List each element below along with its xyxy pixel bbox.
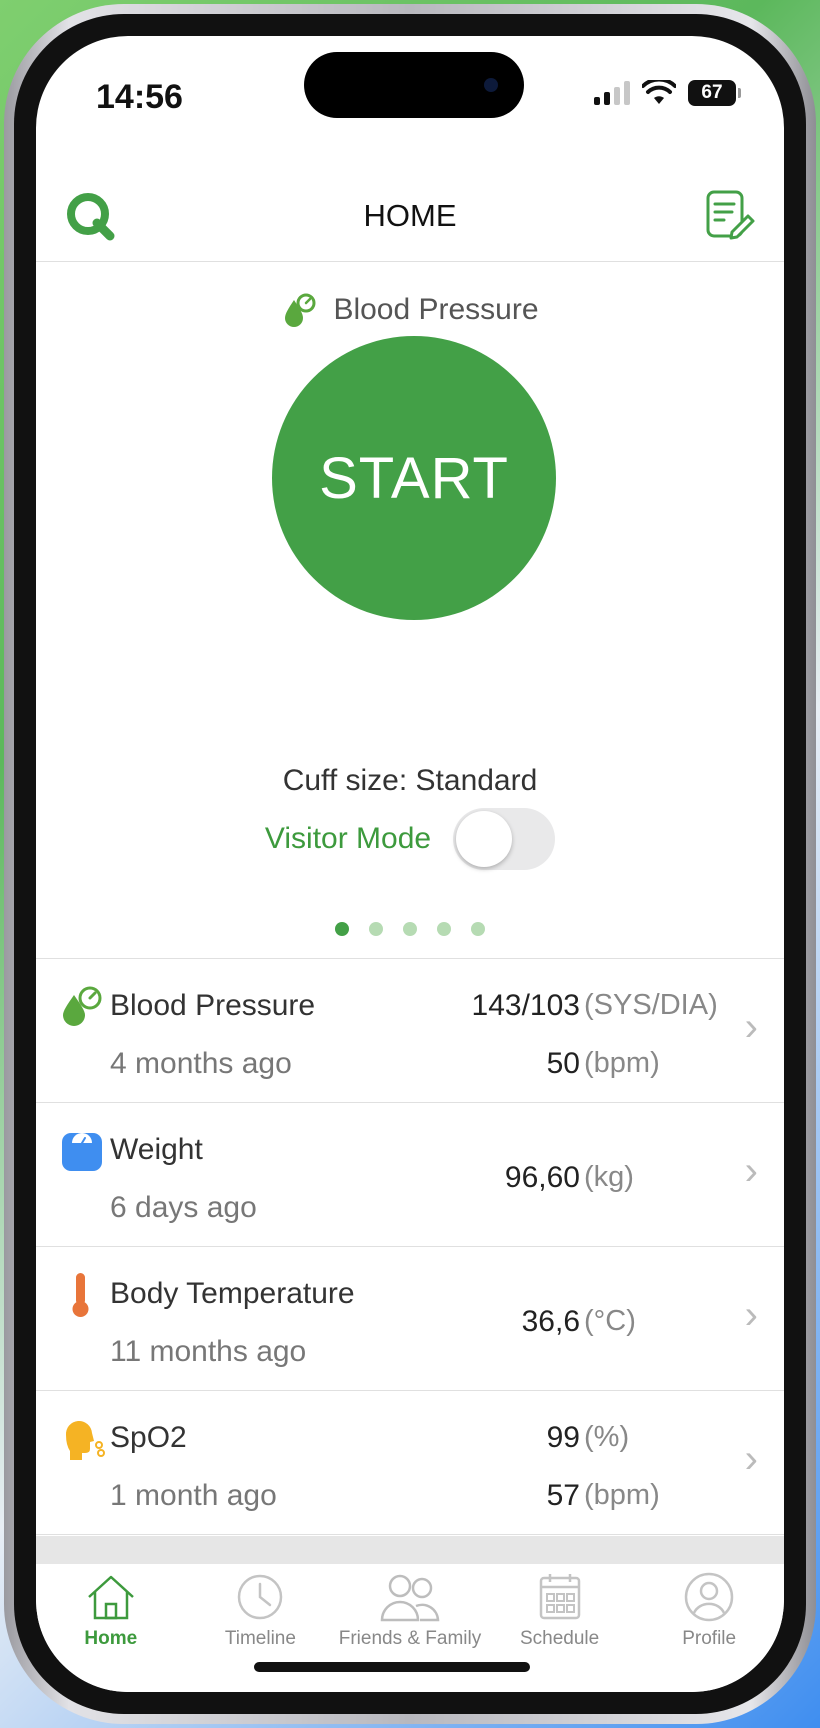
battery-icon: 67 — [688, 80, 741, 106]
tab-profile[interactable]: Profile — [634, 1564, 784, 1692]
visitor-mode-row: Visitor Mode — [36, 808, 784, 870]
chevron-right-icon: › — [744, 1437, 758, 1481]
metric-row-weight[interactable]: Weight 6 days ago 96,60 (kg) › — [36, 1103, 784, 1247]
page-title: HOME — [363, 198, 457, 233]
metrics-list: Blood Pressure 4 months ago 143/103 (SYS… — [36, 958, 784, 1535]
calendar-icon — [539, 1574, 580, 1620]
tab-label: Friends & Family — [338, 1628, 482, 1649]
metric-title: SpO2 — [110, 1421, 187, 1454]
home-icon — [87, 1575, 134, 1620]
metric-unit: (SYS/DIA) — [584, 989, 718, 1021]
metric-time: 1 month ago — [110, 1479, 277, 1512]
start-button[interactable]: START — [272, 336, 556, 620]
nav-bar: HOME — [36, 166, 784, 262]
tab-label: Timeline — [224, 1628, 296, 1649]
page-dot[interactable] — [471, 922, 485, 936]
tab-friends-family[interactable]: Friends & Family — [335, 1564, 485, 1692]
metric-value: 96,60 — [504, 1161, 580, 1194]
page-dot[interactable] — [369, 922, 383, 936]
tab-label: Schedule — [519, 1628, 600, 1649]
metric-unit: (%) — [584, 1421, 630, 1453]
spo2-icon — [65, 1420, 105, 1460]
status-time: 14:56 — [96, 78, 183, 116]
thermometer-icon — [72, 1273, 89, 1317]
metric-time: 11 months ago — [110, 1335, 307, 1368]
tab-label: Profile — [682, 1628, 737, 1649]
cuff-size-text: Cuff size: Standard — [282, 764, 538, 797]
page-indicator[interactable] — [36, 922, 784, 936]
notes-edit-icon[interactable] — [702, 188, 758, 244]
page-dot[interactable] — [403, 922, 417, 936]
tab-bar: Home Timeline Friends & Family Schedule … — [36, 1564, 784, 1692]
metric-title: Body Temperature — [110, 1277, 355, 1310]
metric-title: Weight — [110, 1133, 203, 1166]
status-icons: 67 — [594, 80, 741, 106]
metric-row-blood-pressure[interactable]: Blood Pressure 4 months ago 143/103 (SYS… — [36, 959, 784, 1103]
metric-unit-secondary: (bpm) — [584, 1047, 660, 1079]
page-dot[interactable] — [335, 922, 349, 936]
chevron-right-icon: › — [744, 1005, 758, 1049]
profile-icon — [684, 1572, 734, 1622]
tab-home[interactable]: Home — [36, 1564, 186, 1692]
metric-time: 6 days ago — [110, 1191, 257, 1224]
metric-value: 36,6 — [521, 1305, 580, 1338]
metric-value: 99 — [546, 1421, 580, 1454]
chevron-right-icon: › — [744, 1293, 758, 1337]
metric-value: 143/103 — [471, 989, 580, 1022]
cellular-signal-icon — [594, 81, 630, 105]
metric-time: 4 months ago — [110, 1047, 292, 1080]
wifi-icon — [642, 80, 676, 104]
app-screen: 14:56 67 HOME Blood Pressure START Cuff … — [36, 36, 784, 1692]
measure-type-header[interactable]: Blood Pressure — [36, 292, 784, 328]
start-label: START — [319, 445, 509, 511]
people-icon — [380, 1574, 440, 1622]
blood-pressure-icon — [285, 293, 316, 327]
dynamic-island — [304, 52, 524, 118]
metric-row-body-temperature[interactable]: Body Temperature 11 months ago 36,6 (°C)… — [36, 1247, 784, 1391]
tab-label: Home — [84, 1628, 138, 1649]
visitor-mode-toggle[interactable] — [453, 808, 556, 870]
blood-pressure-icon — [63, 986, 102, 1026]
metric-unit: (kg) — [584, 1161, 634, 1193]
visitor-mode-label: Visitor Mode — [264, 822, 432, 855]
clock-icon — [238, 1574, 283, 1620]
home-indicator[interactable] — [254, 1662, 530, 1672]
chevron-right-icon: › — [744, 1149, 758, 1193]
tab-timeline[interactable]: Timeline — [186, 1564, 336, 1692]
weight-scale-icon — [62, 1133, 102, 1171]
metric-value-secondary: 50 — [546, 1047, 580, 1080]
measure-type-label: Blood Pressure — [333, 293, 539, 326]
metric-unit-secondary: (bpm) — [584, 1479, 660, 1511]
metric-unit: (°C) — [584, 1305, 636, 1337]
metric-row-spo2[interactable]: SpO2 1 month ago 99 (%) 57 (bpm) › — [36, 1391, 784, 1535]
tab-schedule[interactable]: Schedule — [485, 1564, 635, 1692]
page-dot[interactable] — [437, 922, 451, 936]
metric-title: Blood Pressure — [110, 989, 316, 1022]
metric-value-secondary: 57 — [546, 1479, 580, 1512]
list-footer-band — [36, 1536, 784, 1564]
